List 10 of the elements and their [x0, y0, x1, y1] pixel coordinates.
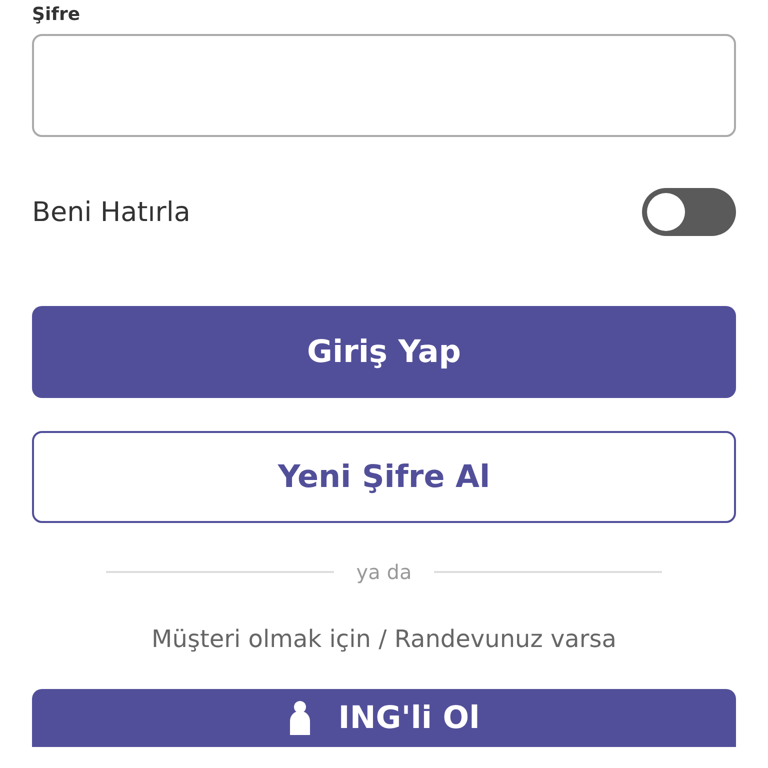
login-button[interactable]: Giriş Yap [32, 306, 736, 398]
remember-me-toggle[interactable] [642, 188, 736, 236]
person-icon [288, 701, 312, 735]
remember-me-label: Beni Hatırla [32, 196, 190, 228]
customer-hint: Müşteri olmak için / Randevunuz varsa [150, 625, 618, 655]
divider-text: ya da [356, 560, 412, 584]
new-password-button[interactable]: Yeni Şifre Al [32, 431, 736, 523]
become-customer-button[interactable]: ING'li Ol [32, 689, 736, 747]
password-label: Şifre [32, 4, 82, 26]
password-field[interactable] [32, 34, 736, 137]
